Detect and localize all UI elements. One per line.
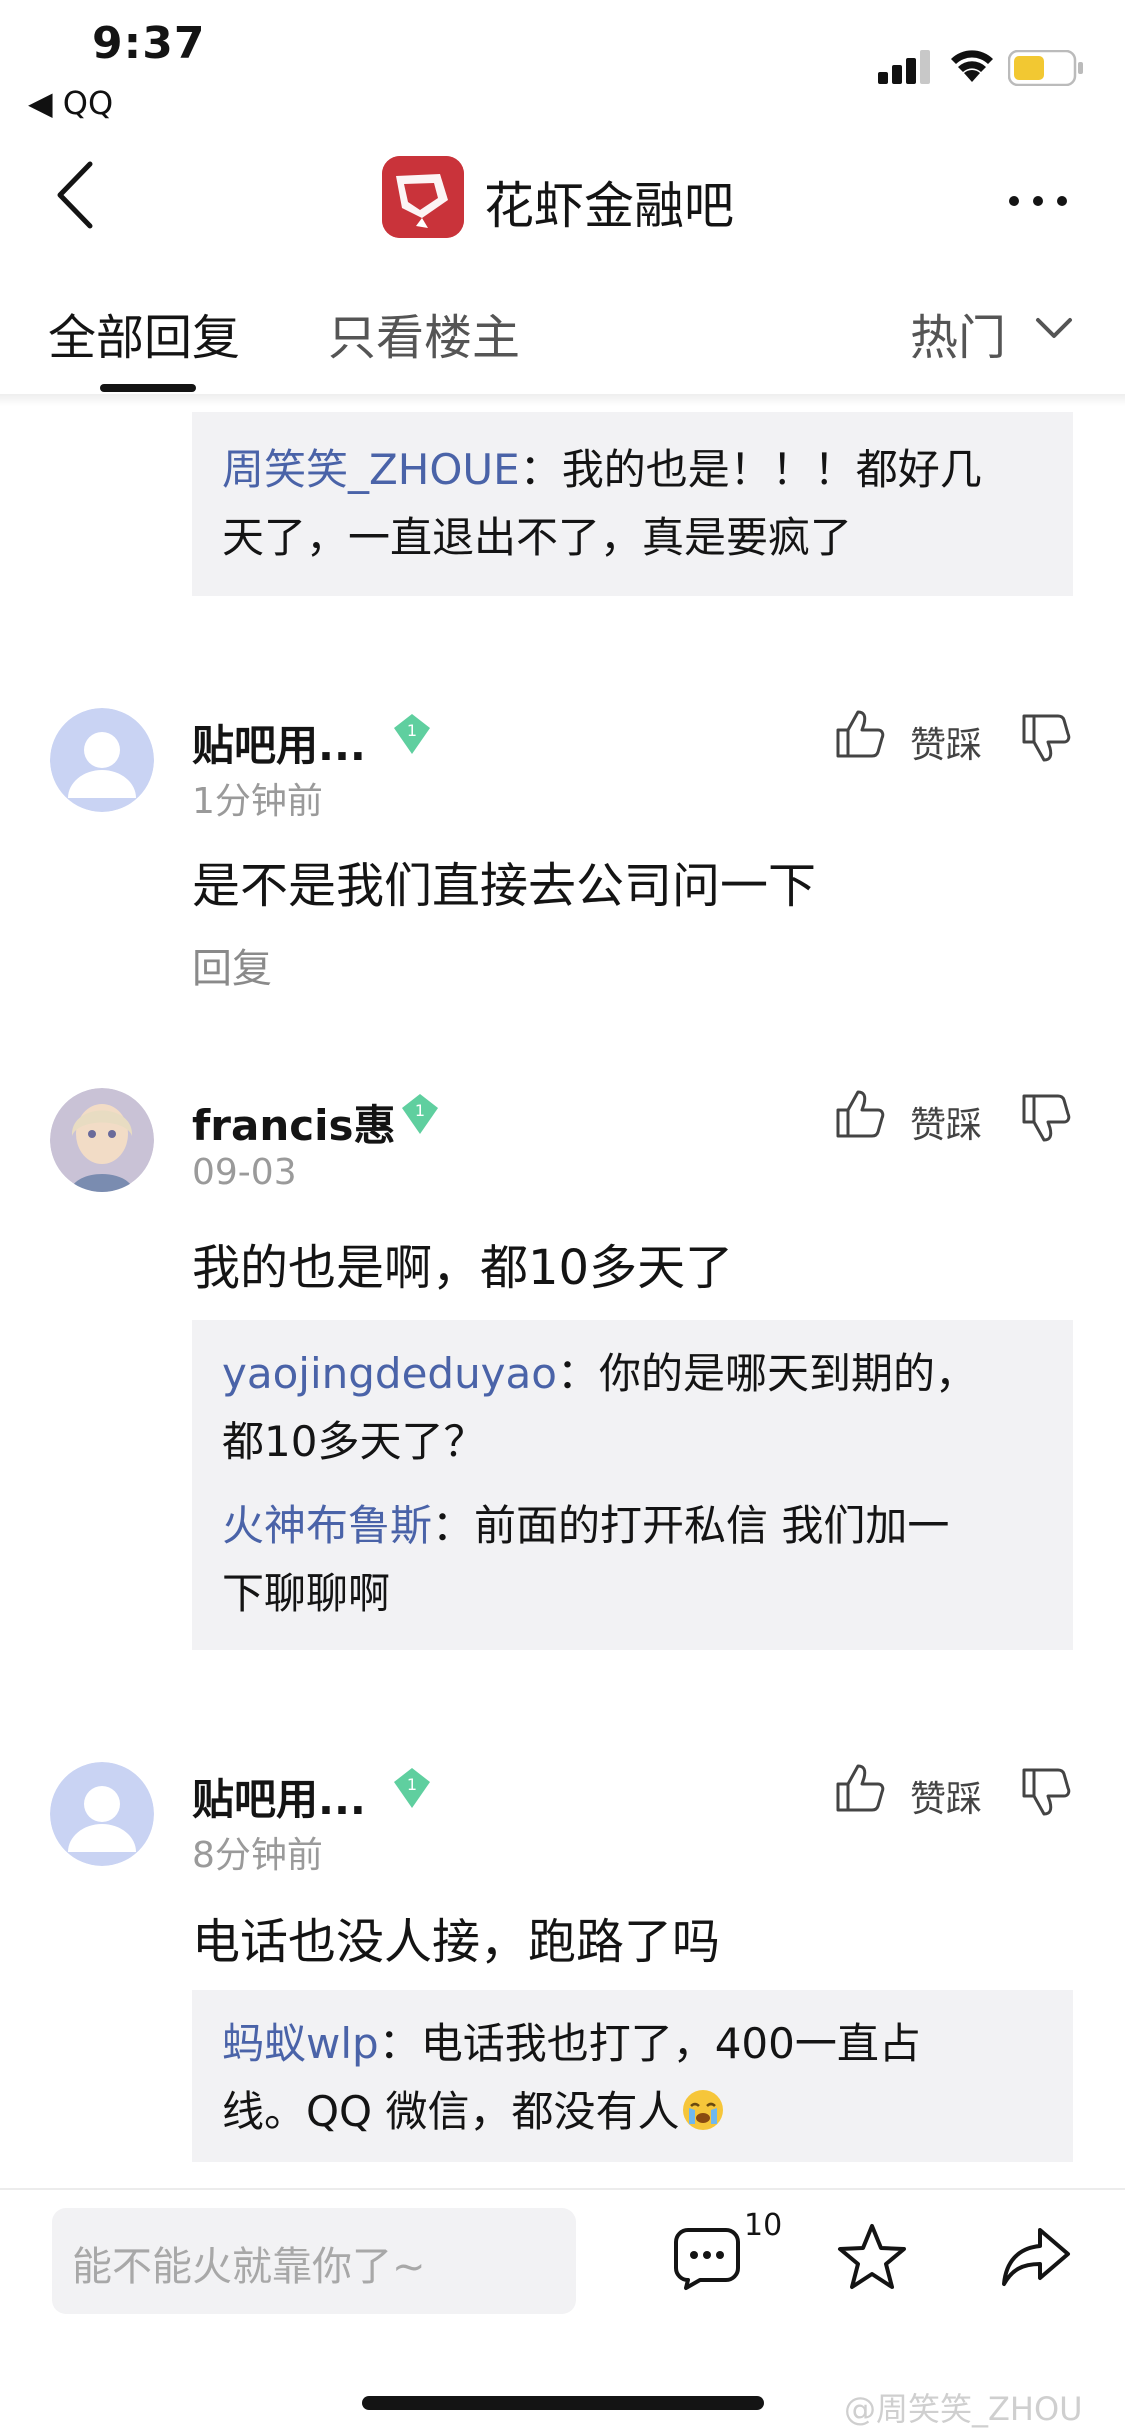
quote-line: yaojingdeduyao：你的是哪天到期的，	[222, 1340, 1043, 1408]
watermark: @周笑笑_ZHOU	[844, 2390, 1083, 2428]
quote-separator: ：	[378, 2019, 421, 2068]
level-badge-text: 1	[407, 1775, 417, 1794]
comment-text: 电话也没人接，跑路了吗	[192, 1914, 721, 1970]
reply-quote-box[interactable]: yaojingdeduyao：你的是哪天到期的， 都10多天了？ 火神布鲁斯：前…	[192, 1320, 1073, 1650]
level-badge-icon: 1	[394, 1768, 430, 1808]
tab-all-replies[interactable]: 全部回复	[48, 298, 240, 368]
reply-quote-box[interactable]: 周笑笑_ZHOUE：我的也是！！！都好几 天了，一直退出不了，真是要疯了	[192, 412, 1073, 596]
reply-username[interactable]: 周笑笑_ZHOUE	[222, 445, 520, 494]
back-to-app-link[interactable]: ◀ QQ	[28, 84, 113, 122]
sort-dropdown[interactable]: 热门	[910, 298, 1006, 368]
reply-quote-box[interactable]: 蚂蚁wlp：电话我也打了，400一直占 线。QQ 微信，都没有人	[192, 1990, 1073, 2162]
status-time: 9:37	[92, 18, 206, 69]
tabs-divider	[0, 394, 1125, 406]
home-indicator[interactable]	[362, 2396, 764, 2410]
crying-emoji-icon	[683, 2090, 724, 2130]
reply-username[interactable]: 蚂蚁wlp	[222, 2019, 379, 2068]
quote-separator: ：	[556, 1349, 599, 1398]
shrimp-logo-icon	[382, 156, 464, 238]
quote-text: 电话我也打了，400一直占	[420, 2019, 921, 2068]
thumbs-down-icon[interactable]	[1020, 1092, 1072, 1144]
quote-separator: ：	[519, 445, 562, 494]
avatar[interactable]	[50, 1088, 154, 1192]
quote-separator: ：	[432, 1501, 475, 1550]
vote-label: 赞踩	[910, 1779, 983, 1820]
signal-icon	[878, 50, 930, 84]
reply-button[interactable]: 回复	[192, 936, 272, 994]
comment-username[interactable]: francis惠	[192, 1092, 396, 1153]
quote-line: 天了，一直退出不了，真是要疯了	[222, 513, 853, 562]
avatar[interactable]	[50, 708, 154, 812]
bar-title: 花虾金融吧	[484, 177, 734, 235]
quote-line: 火神布鲁斯：前面的打开私信 我们加一	[222, 1492, 1043, 1560]
quote-text: 我的也是！！！都好几	[561, 445, 982, 494]
comment-username[interactable]: 贴吧用...	[192, 1766, 366, 1827]
thumbs-down-icon[interactable]	[1020, 712, 1072, 764]
reply-username[interactable]: yaojingdeduyao	[222, 1349, 557, 1398]
battery-icon	[1008, 50, 1083, 86]
comment-time: 8分钟前	[192, 1835, 323, 1876]
quote-line: 都10多天了？	[222, 1417, 486, 1466]
quote-line: 下聊聊啊	[222, 1569, 391, 1618]
level-badge-text: 1	[407, 721, 417, 740]
doll-avatar-icon	[50, 1088, 154, 1192]
level-badge-icon: 1	[402, 1094, 438, 1134]
thumbs-down-icon[interactable]	[1020, 1766, 1072, 1818]
share-icon[interactable]	[1000, 2226, 1072, 2288]
default-avatar-icon	[50, 708, 154, 812]
active-tab-indicator	[100, 384, 196, 392]
thumbs-up-icon[interactable]	[834, 708, 886, 760]
chevron-down-icon[interactable]	[1034, 316, 1074, 340]
quote-line: 周笑笑_ZHOUE：我的也是！！！都好几	[222, 436, 1043, 504]
vote-label: 赞踩	[910, 1105, 983, 1146]
tab-owner-only[interactable]: 只看楼主	[328, 298, 520, 368]
wifi-icon	[951, 50, 993, 82]
quote-text: 前面的打开私信 我们加一	[474, 1501, 950, 1550]
avatar[interactable]	[50, 1762, 154, 1866]
quote-text: 线。QQ 微信，都没有人	[222, 2087, 680, 2136]
back-arrow-icon[interactable]	[56, 160, 96, 230]
bar-logo[interactable]	[382, 156, 464, 238]
thumbs-up-icon[interactable]	[834, 1762, 886, 1814]
more-options-icon[interactable]	[1008, 195, 1068, 207]
comment-time: 1分钟前	[192, 781, 323, 822]
reply-input-placeholder[interactable]: 能不能火就靠你了~	[72, 2234, 426, 2292]
quote-line: 线。QQ 微信，都没有人	[222, 2078, 1043, 2146]
bottom-bar-divider	[0, 2188, 1125, 2190]
default-avatar-icon	[50, 1762, 154, 1866]
level-badge-icon: 1	[394, 714, 430, 754]
quote-text: 你的是哪天到期的，	[599, 1349, 978, 1398]
reply-username[interactable]: 火神布鲁斯	[222, 1501, 432, 1550]
comment-time: 09-03	[192, 1152, 297, 1193]
star-icon[interactable]	[836, 2222, 908, 2292]
comment-text: 是不是我们直接去公司问一下	[192, 858, 817, 914]
level-badge-text: 1	[415, 1101, 425, 1120]
vote-label: 赞踩	[910, 725, 983, 766]
comment-count: 10	[744, 2208, 783, 2243]
quote-line: 蚂蚁wlp：电话我也打了，400一直占	[222, 2010, 1043, 2078]
comment-text: 我的也是啊，都10多天了	[192, 1240, 734, 1296]
thumbs-up-icon[interactable]	[834, 1088, 886, 1140]
comment-icon[interactable]	[672, 2226, 742, 2292]
comment-username[interactable]: 贴吧用...	[192, 712, 366, 773]
